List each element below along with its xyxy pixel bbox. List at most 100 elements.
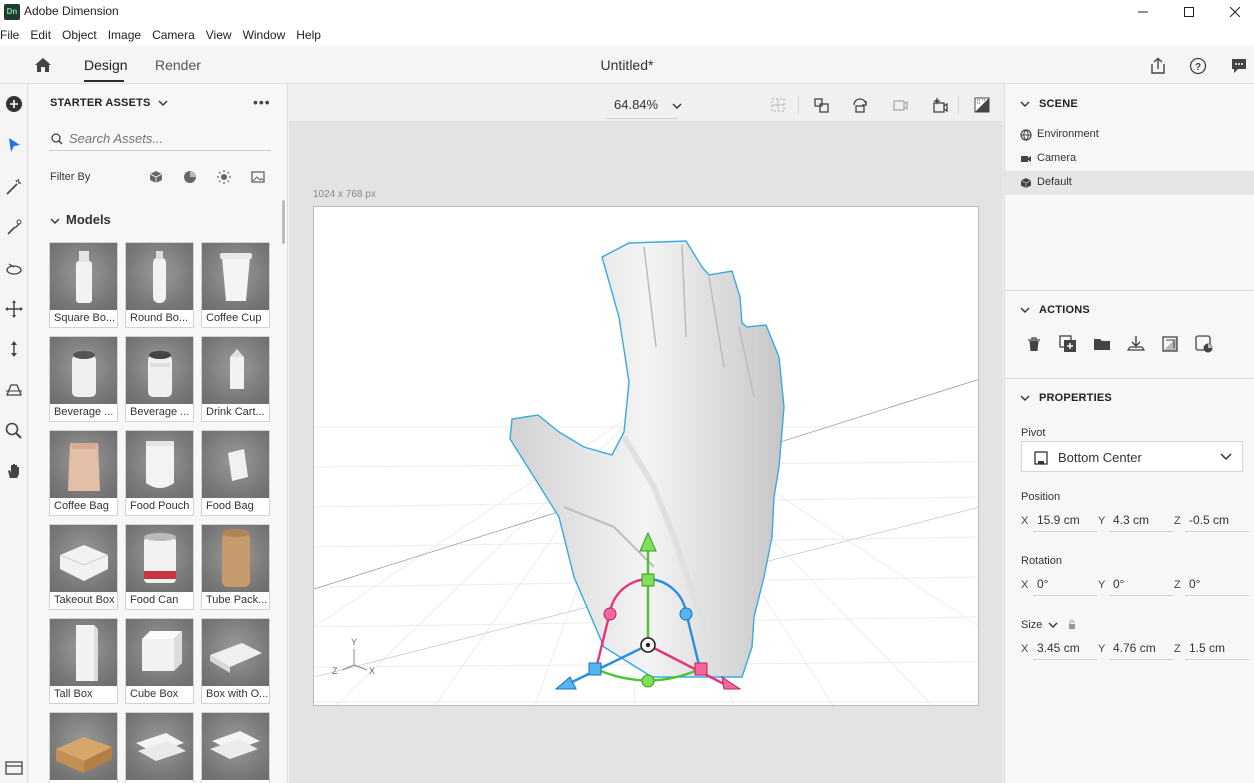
duplicate-icon[interactable] (1058, 334, 1078, 354)
assets-scrollbar[interactable] (282, 200, 285, 244)
fit-icon[interactable] (767, 94, 789, 116)
share-icon[interactable] (1147, 55, 1169, 77)
feedback-icon[interactable] (1228, 55, 1250, 77)
asset-tile[interactable]: Tube Pack... (201, 524, 270, 610)
group-icon[interactable] (1092, 334, 1112, 354)
home-icon[interactable] (28, 54, 58, 76)
asset-tile[interactable]: Beverage ... (125, 336, 194, 422)
more-icon[interactable]: ••• (253, 94, 271, 110)
models-filter-icon[interactable] (148, 169, 164, 185)
sparkle-camera-icon[interactable] (929, 94, 951, 116)
material-icon[interactable] (1194, 334, 1214, 354)
asset-tile[interactable]: Box with O... (201, 618, 270, 704)
render-preview-icon[interactable] (971, 94, 993, 116)
size-x-field[interactable]: 3.45 cm (1033, 638, 1097, 660)
models-section-header[interactable]: Models (50, 212, 111, 227)
orbit-icon[interactable] (3, 258, 25, 280)
tab-render[interactable]: Render (155, 57, 201, 73)
pan-icon[interactable] (3, 460, 25, 482)
sample-icon[interactable] (3, 217, 25, 239)
pivot-select[interactable]: Bottom Center (1021, 441, 1243, 472)
help-icon[interactable]: ? (1187, 55, 1209, 77)
chevron-down-icon[interactable] (1020, 393, 1030, 403)
delete-icon[interactable] (1024, 334, 1044, 354)
asset-label: Coffee Bag (54, 500, 109, 512)
size-z-field[interactable]: 1.5 cm (1185, 638, 1249, 660)
vertical-move-icon[interactable] (3, 338, 25, 360)
asset-tile[interactable] (201, 712, 270, 783)
assets-title[interactable]: STARTER ASSETS (50, 97, 168, 109)
rotation-z-field[interactable]: 0° (1185, 574, 1249, 596)
size-label[interactable]: Size (1021, 619, 1076, 631)
menu-image[interactable]: Image (108, 28, 141, 42)
position-z-field[interactable]: -0.5 cm (1185, 510, 1249, 532)
select-icon[interactable] (3, 134, 25, 156)
position-x-field[interactable]: 15.9 cm (1033, 510, 1097, 532)
chevron-down-icon[interactable] (1020, 99, 1030, 109)
asset-tile[interactable] (125, 712, 194, 783)
panel-toggle-icon[interactable] (3, 758, 25, 778)
actions-header[interactable]: ACTIONS (1039, 304, 1090, 316)
lock-icon[interactable] (1068, 620, 1076, 630)
menu-object[interactable]: Object (62, 28, 97, 42)
rotation-x-field[interactable]: 0° (1033, 574, 1097, 596)
perspective-icon[interactable] (3, 379, 25, 401)
zoom-select[interactable]: 64.84% (614, 97, 682, 112)
rotate-camera-icon[interactable] (849, 94, 871, 116)
asset-tile[interactable]: Drink Cart... (201, 336, 270, 422)
asset-tile[interactable]: Takeout Box (49, 524, 118, 610)
position-y-field[interactable]: 4.3 cm (1109, 510, 1173, 532)
asset-thumbnail (50, 619, 117, 686)
drop-to-ground-icon[interactable] (1126, 334, 1146, 354)
close-icon[interactable] (1212, 0, 1254, 24)
scene-item-label: Camera (1037, 152, 1077, 164)
axis-y-label: Y (1098, 515, 1106, 527)
scene-item-environment[interactable]: Environment (1005, 123, 1254, 147)
move-icon[interactable] (3, 298, 25, 320)
menu-edit[interactable]: Edit (30, 28, 51, 42)
asset-tile[interactable]: Food Pouch (125, 430, 194, 516)
scene-header[interactable]: SCENE (1039, 98, 1078, 110)
asset-tile[interactable]: Coffee Bag (49, 430, 118, 516)
align-icon[interactable] (1160, 334, 1180, 354)
properties-header[interactable]: PROPERTIES (1039, 392, 1112, 404)
asset-label: Beverage ... (54, 406, 114, 418)
toolbar-divider (798, 96, 799, 114)
viewport: 64.84% 1024 x 768 px Y X Z (289, 84, 1003, 783)
scene-item-camera[interactable]: Camera (1005, 147, 1254, 171)
size-y-field[interactable]: 4.76 cm (1109, 638, 1173, 660)
menu-help[interactable]: Help (296, 28, 321, 42)
asset-tile[interactable]: Food Can (125, 524, 194, 610)
menu-file[interactable]: File (0, 28, 19, 42)
asset-tile[interactable]: Beverage ... (49, 336, 118, 422)
asset-tile[interactable]: Food Bag (201, 430, 270, 516)
menu-camera[interactable]: Camera (152, 28, 195, 42)
camera-bookmark-icon[interactable] (889, 94, 911, 116)
chevron-down-icon[interactable] (1020, 305, 1030, 315)
search-input[interactable] (69, 131, 259, 146)
frame-selection-icon[interactable] (811, 94, 833, 116)
asset-thumbnail (202, 337, 269, 404)
images-filter-icon[interactable] (250, 169, 266, 185)
menu-view[interactable]: View (206, 28, 232, 42)
menu-window[interactable]: Window (243, 28, 286, 42)
materials-filter-icon[interactable] (182, 169, 198, 185)
asset-tile[interactable]: Square Bo... (49, 242, 118, 328)
asset-tile[interactable]: Coffee Cup (201, 242, 270, 328)
chevron-down-icon (1220, 453, 1232, 461)
maximize-icon[interactable] (1166, 0, 1212, 24)
tab-design[interactable]: Design (84, 57, 128, 73)
asset-tile[interactable] (49, 712, 118, 783)
asset-tile[interactable]: Tall Box (49, 618, 118, 704)
magic-wand-icon[interactable] (3, 176, 25, 198)
scene-item-default[interactable]: Default (1005, 171, 1254, 195)
add-icon[interactable] (3, 93, 25, 115)
3d-canvas[interactable]: Y X Z (313, 206, 979, 706)
lights-filter-icon[interactable] (216, 169, 232, 185)
zoom-icon[interactable] (3, 420, 25, 442)
rotation-y-field[interactable]: 0° (1109, 574, 1173, 596)
asset-tile[interactable]: Cube Box (125, 618, 194, 704)
minimize-icon[interactable] (1120, 0, 1166, 24)
canvas-size: 1024 x 768 px (313, 189, 376, 200)
asset-tile[interactable]: Round Bo... (125, 242, 194, 328)
